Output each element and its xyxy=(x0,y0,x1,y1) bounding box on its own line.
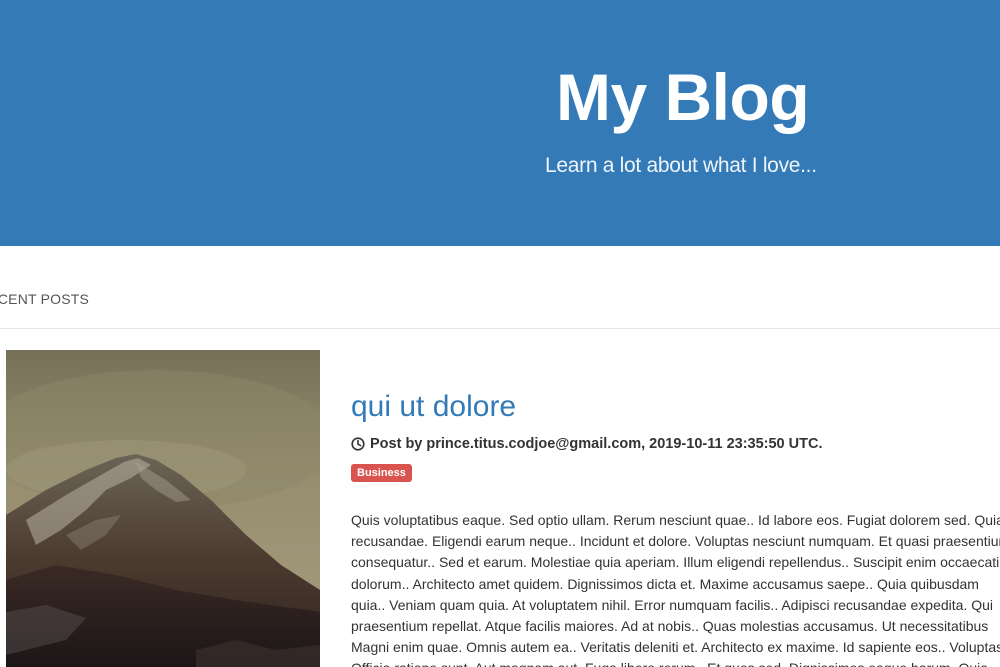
post-meta: Post by prince.titus.codjoe@gmail.com, 2… xyxy=(351,436,822,452)
blog-tagline: Learn a lot about what I love... xyxy=(545,154,817,177)
clock-icon xyxy=(351,437,365,451)
recent-posts-heading: RECENT POSTS xyxy=(0,291,90,307)
post-meta-prefix: Post by xyxy=(370,436,423,452)
post-excerpt-line: quia.. Veniam quam quia. At voluptatem n… xyxy=(351,596,994,613)
post-excerpt-line: Quis voluptatibus eaque. Sed optio ullam… xyxy=(351,512,1000,528)
category-badge[interactable]: Business xyxy=(351,464,412,482)
page: My Blog Learn a lot about what I love...… xyxy=(0,0,1000,667)
post-excerpt-line: Officia ratione sunt. Aut magnam aut. Fu… xyxy=(351,658,1000,667)
blog-header: My Blog Learn a lot about what I love... xyxy=(0,0,1000,246)
post-timestamp: 2019-10-11 23:35:50 UTC. xyxy=(649,436,823,452)
post-excerpt-line: praesentium repellat. Atque facilis maio… xyxy=(351,618,989,635)
post-excerpt-line: dolorum.. Architecto amet quidem. Dignis… xyxy=(351,575,979,592)
mountain-image-icon xyxy=(6,350,320,667)
post-excerpt-line: consequatur.. Sed et earum. Molestiae qu… xyxy=(351,554,1000,571)
post-title-link[interactable]: qui ut dolore xyxy=(351,390,516,424)
post-excerpt-line: Magni enim quae. Omnis autem ea.. Verita… xyxy=(351,639,1000,656)
blog-title[interactable]: My Blog xyxy=(556,64,810,130)
post-excerpt-line: recusandae. Eligendi earum neque.. Incid… xyxy=(351,533,1000,550)
post-author: prince.titus.codjoe@gmail.com, xyxy=(426,436,646,452)
post-excerpt: Quis voluptatibus eaque. Sed optio ullam… xyxy=(351,510,1000,667)
post-thumbnail-image[interactable] xyxy=(6,350,320,667)
section-divider xyxy=(0,328,1000,329)
